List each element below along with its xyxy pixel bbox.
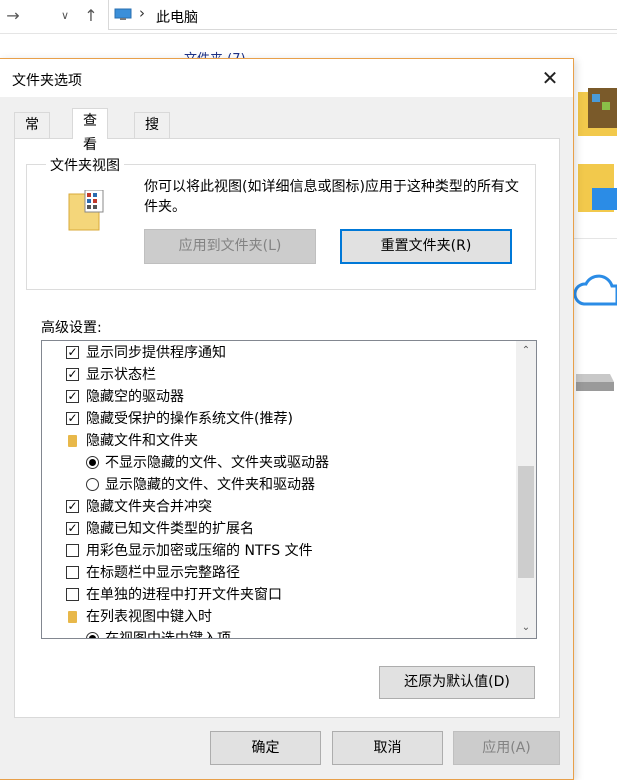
- setting-label: 显示隐藏的文件、文件夹和驱动器: [105, 477, 315, 493]
- folder-icon: [68, 611, 77, 623]
- setting-label: 不显示隐藏的文件、文件夹或驱动器: [105, 455, 329, 471]
- scroll-thumb[interactable]: [518, 466, 534, 578]
- forward-arrow-icon[interactable]: →: [2, 5, 24, 27]
- tab-search[interactable]: 搜索: [134, 112, 170, 157]
- cancel-button[interactable]: 取消: [332, 731, 443, 765]
- this-pc-icon: [114, 8, 132, 20]
- selected-radio[interactable]: [86, 456, 99, 469]
- setting-row[interactable]: 不显示隐藏的文件、文件夹或驱动器: [42, 452, 512, 474]
- folder-icon: [68, 435, 77, 447]
- setting-label: 在视图中选中键入项: [105, 631, 231, 639]
- setting-label: 隐藏空的驱动器: [86, 389, 184, 405]
- cloud-icon: [574, 274, 617, 306]
- setting-row[interactable]: 在单独的进程中打开文件夹窗口: [42, 584, 512, 606]
- advanced-settings-list[interactable]: ✓ 显示同步提供程序通知 ✓ 显示状态栏 ✓ 隐藏空的驱动器 ✓ 隐藏受保护的操作系统文件(推…: [41, 340, 537, 639]
- restore-defaults-button[interactable]: 还原为默认值(D): [379, 666, 535, 699]
- unchecked-checkbox[interactable]: [66, 566, 79, 579]
- explorer-address-bar: → ∨ ↑ › 此电脑: [0, 0, 617, 34]
- setting-row[interactable]: ✓ 隐藏文件夹合并冲突: [42, 496, 512, 518]
- setting-row[interactable]: 在视图中选中键入项: [42, 628, 512, 639]
- scroll-down-icon[interactable]: ⌄: [516, 618, 536, 638]
- up-arrow-icon[interactable]: ↑: [80, 5, 102, 27]
- setting-row[interactable]: 显示隐藏的文件、文件夹和驱动器: [42, 474, 512, 496]
- advanced-settings-label: 高级设置:: [41, 320, 102, 336]
- scroll-up-icon[interactable]: ⌃: [516, 341, 536, 361]
- setting-row[interactable]: 在标题栏中显示完整路径: [42, 562, 512, 584]
- close-icon[interactable]: ✕: [537, 65, 563, 91]
- folder-view-description: 你可以将此视图(如详细信息或图标)应用于这种类型的所有文件夹。: [144, 179, 519, 215]
- reset-folders-button[interactable]: 重置文件夹(R): [340, 229, 512, 264]
- checked-checkbox[interactable]: ✓: [66, 346, 79, 359]
- ok-button[interactable]: 确定: [210, 731, 321, 765]
- explorer-content-pane: [574, 60, 617, 780]
- folder-options-dialog: 文件夹选项 ✕ 常规 查看 搜索 文件夹视图 你可以将此视图(如详细信息或图标)…: [0, 58, 574, 780]
- setting-label: 显示状态栏: [86, 367, 156, 383]
- checked-checkbox[interactable]: ✓: [66, 390, 79, 403]
- unchecked-checkbox[interactable]: [66, 588, 79, 601]
- setting-label: 隐藏文件夹合并冲突: [86, 499, 212, 515]
- recent-dropdown-icon[interactable]: ∨: [54, 5, 76, 27]
- setting-row[interactable]: ✓ 显示状态栏: [42, 364, 512, 386]
- unselected-radio[interactable]: [86, 478, 99, 491]
- unchecked-checkbox[interactable]: [66, 544, 79, 557]
- setting-row[interactable]: ✓ 隐藏受保护的操作系统文件(推荐): [42, 408, 512, 430]
- drive-icon: [576, 374, 614, 391]
- setting-label: 在列表视图中键入时: [86, 609, 212, 625]
- setting-row[interactable]: ✓ 显示同步提供程序通知: [42, 342, 512, 364]
- checked-checkbox[interactable]: ✓: [66, 500, 79, 513]
- setting-row[interactable]: ✓ 隐藏空的驱动器: [42, 386, 512, 408]
- setting-row: 在列表视图中键入时: [42, 606, 512, 628]
- dialog-title-bar[interactable]: 文件夹选项 ✕: [0, 59, 573, 97]
- apply-to-folders-button[interactable]: 应用到文件夹(L): [144, 229, 316, 264]
- checked-checkbox[interactable]: ✓: [66, 412, 79, 425]
- setting-label: 在标题栏中显示完整路径: [86, 565, 240, 581]
- setting-label: 在单独的进程中打开文件夹窗口: [86, 587, 282, 603]
- breadcrumb-this-pc[interactable]: 此电脑: [156, 7, 198, 27]
- checked-checkbox[interactable]: ✓: [66, 522, 79, 535]
- folder-view-group-label: 文件夹视图: [46, 155, 124, 175]
- desktop-folder-icon: [578, 164, 617, 212]
- setting-label: 显示同步提供程序通知: [86, 345, 226, 361]
- setting-label: 隐藏已知文件类型的扩展名: [86, 521, 254, 537]
- folder-view-icon: [68, 190, 104, 231]
- setting-label: 隐藏受保护的操作系统文件(推荐): [86, 411, 293, 427]
- checked-checkbox[interactable]: ✓: [66, 368, 79, 381]
- tab-general[interactable]: 常规: [14, 112, 50, 157]
- setting-label: 隐藏文件和文件夹: [86, 433, 198, 449]
- explorer-divider: [574, 238, 617, 239]
- breadcrumb-chevron-icon[interactable]: ›: [139, 4, 145, 22]
- setting-row: 隐藏文件和文件夹: [42, 430, 512, 452]
- dialog-title: 文件夹选项: [12, 73, 82, 89]
- apply-button[interactable]: 应用(A): [453, 731, 560, 765]
- setting-row[interactable]: ✓ 隐藏已知文件类型的扩展名: [42, 518, 512, 540]
- selected-radio[interactable]: [86, 632, 99, 638]
- tab-view[interactable]: 查看: [72, 108, 108, 153]
- video-folder-icon: [578, 88, 617, 136]
- vertical-scrollbar[interactable]: ⌃ ⌄: [516, 341, 536, 638]
- setting-row[interactable]: 用彩色显示加密或压缩的 NTFS 文件: [42, 540, 512, 562]
- setting-label: 用彩色显示加密或压缩的 NTFS 文件: [86, 543, 313, 559]
